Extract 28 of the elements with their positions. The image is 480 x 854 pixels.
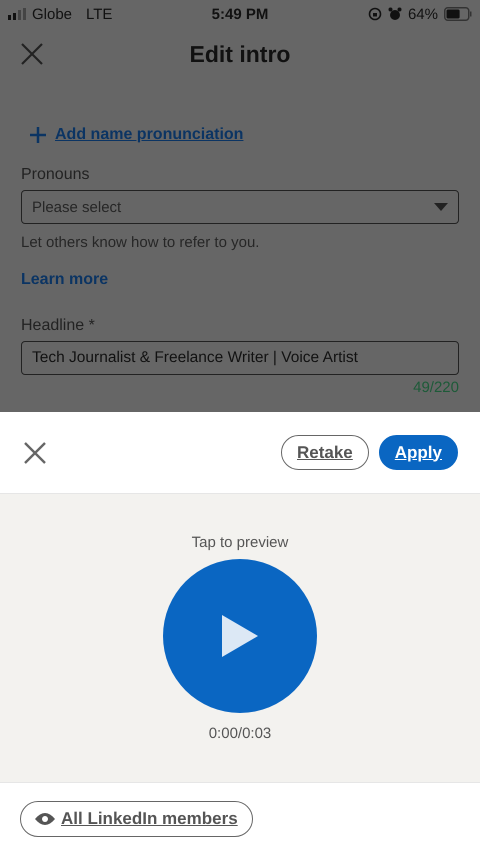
duration-text: 0:00/0:03: [208, 725, 272, 742]
close-icon[interactable]: [20, 42, 44, 66]
field-label: Pronouns: [21, 166, 90, 184]
alarm-icon: [388, 7, 402, 21]
field-label: Headline *: [21, 317, 96, 335]
pronouns-dropdown[interactable]: Please select: [21, 190, 459, 224]
eye-icon: [35, 812, 55, 826]
play-icon: [220, 613, 260, 659]
character-counter: 49/220: [413, 379, 459, 396]
plus-icon: [29, 126, 47, 144]
signal-icon: [8, 8, 26, 20]
close-icon[interactable]: [22, 440, 48, 466]
retake-button[interactable]: Retake: [281, 435, 369, 470]
battery-percent: 64%: [408, 6, 438, 22]
rotation-lock-icon: [368, 7, 382, 21]
network-type: LTE: [86, 6, 112, 22]
headline-field[interactable]: Tech Journalist & Freelance Writer | Voice Artist: [21, 341, 459, 375]
learn-more-link[interactable]: Learn more: [21, 271, 108, 289]
helper-text: Let others know how to refer to you.: [21, 234, 260, 251]
apply-button[interactable]: Apply: [378, 435, 458, 470]
preview-hint: Tap to preview: [192, 534, 288, 551]
caret-icon: [434, 203, 448, 211]
battery-icon: [444, 7, 472, 21]
carrier-name: Globe: [32, 6, 72, 22]
page-title: Edit intro: [190, 40, 290, 66]
visibility-button[interactable]: All LinkedIn members: [20, 800, 253, 836]
status-time: 5:49 PM: [212, 6, 268, 22]
add-pronunciation-link[interactable]: Add name pronunciation: [55, 126, 244, 144]
